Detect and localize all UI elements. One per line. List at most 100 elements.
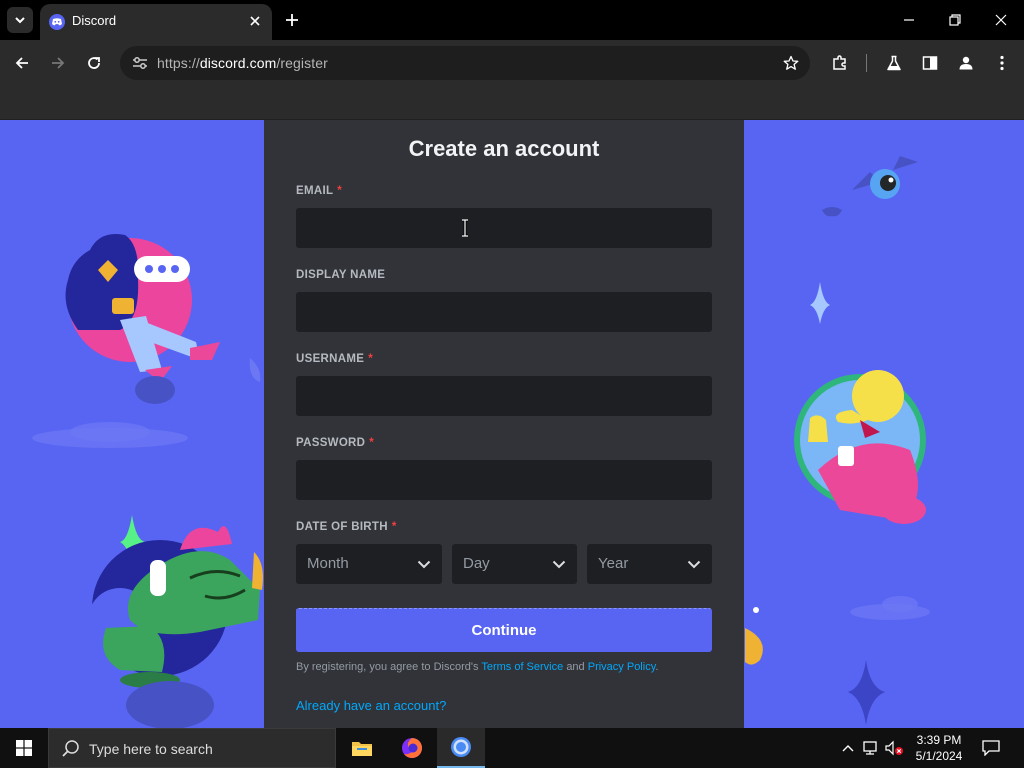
star-icon [783, 55, 799, 70]
tab-close-button[interactable] [246, 12, 264, 30]
windows-taskbar: Type here to search 3:39 PM 5/1/2024 [0, 728, 1024, 768]
browser-toolbar: https://discord.com/register [0, 40, 1024, 86]
notifications-button[interactable] [980, 737, 1002, 759]
forward-button[interactable] [46, 51, 70, 75]
side-panel-button[interactable] [919, 52, 941, 74]
window-close-button[interactable] [988, 8, 1014, 32]
terms-and: and [566, 661, 585, 673]
puzzle-icon [833, 55, 846, 70]
labs-button[interactable] [883, 52, 905, 74]
text-cursor-icon [462, 219, 468, 237]
new-tab-button[interactable] [282, 10, 302, 30]
back-button[interactable] [10, 51, 34, 75]
chrome-button[interactable] [437, 728, 485, 768]
display-name-label: DISPLAY NAME [296, 269, 385, 281]
network-status-button[interactable] [861, 738, 881, 758]
restore-icon [949, 14, 961, 26]
search-placeholder: Type here to search [89, 741, 213, 757]
plus-icon [286, 14, 298, 26]
required-asterisk: * [337, 185, 343, 197]
password-label: PASSWORD * [296, 437, 374, 449]
reload-button[interactable] [82, 51, 106, 75]
flask-icon [887, 55, 901, 71]
side-panel-icon [922, 56, 938, 70]
display-name-field[interactable] [296, 292, 712, 332]
email-label: EMAIL * [296, 185, 342, 197]
bookmarks-bar [0, 86, 1024, 120]
day-placeholder: Day [463, 555, 490, 572]
bookmark-star-button[interactable] [780, 52, 802, 74]
arrow-left-icon [15, 57, 28, 69]
browser-tab[interactable]: Discord [40, 4, 272, 40]
chevron-down-icon [551, 556, 567, 572]
terms-suffix: . [655, 661, 659, 673]
minimize-button[interactable] [896, 8, 922, 32]
tune-icon [133, 57, 147, 69]
restore-button[interactable] [942, 8, 968, 32]
login-link[interactable]: Already have an account? [296, 698, 446, 713]
notification-icon [982, 740, 1000, 756]
url-text: https://discord.com/register [157, 55, 328, 71]
minimize-icon [904, 19, 914, 21]
chrome-icon [451, 737, 471, 757]
browser-menu-button[interactable] [991, 52, 1013, 74]
close-icon [995, 14, 1007, 26]
windows-logo-icon [16, 740, 32, 756]
site-info-button[interactable] [128, 51, 152, 75]
firefox-button[interactable] [388, 728, 436, 768]
password-field[interactable] [296, 460, 712, 500]
volume-button[interactable] [884, 738, 904, 758]
chevron-down-icon [15, 17, 25, 24]
dob-label-text: DATE OF BIRTH [296, 521, 388, 533]
profile-button[interactable] [955, 52, 977, 74]
extensions-button[interactable] [829, 52, 851, 74]
required-asterisk: * [368, 353, 373, 365]
address-bar[interactable]: https://discord.com/register [120, 46, 810, 80]
arrow-right-icon [52, 57, 65, 69]
username-label-text: USERNAME [296, 353, 365, 365]
url-prefix: https:// [157, 55, 200, 71]
file-explorer-button[interactable] [338, 728, 386, 768]
email-field[interactable] [296, 208, 712, 248]
firefox-icon [402, 738, 422, 758]
username-field[interactable] [296, 376, 712, 416]
day-select[interactable]: Day [452, 544, 577, 584]
chevron-down-icon [686, 556, 702, 572]
terms-notice: By registering, you agree to Discord's T… [296, 661, 658, 673]
start-button[interactable] [0, 728, 48, 768]
username-label: USERNAME * [296, 353, 373, 365]
taskbar-clock[interactable]: 3:39 PM 5/1/2024 [908, 732, 970, 764]
network-icon [863, 741, 877, 755]
continue-button[interactable]: Continue [296, 608, 712, 652]
reload-icon [88, 57, 100, 69]
email-label-text: EMAIL [296, 185, 334, 197]
privacy-policy-link[interactable]: Privacy Policy [588, 661, 656, 673]
terms-prefix: By registering, you agree to Discord's [296, 661, 479, 673]
password-label-text: PASSWORD [296, 437, 366, 449]
tab-search-button[interactable] [7, 7, 33, 33]
required-asterisk: * [369, 437, 375, 449]
year-placeholder: Year [598, 555, 629, 572]
register-form: Create an account EMAIL * DISPLAY NAME US… [264, 120, 744, 728]
taskbar-search[interactable]: Type here to search [48, 728, 336, 768]
terms-of-service-link[interactable]: Terms of Service [481, 661, 563, 673]
page-title: Create an account [408, 136, 600, 161]
tab-title: Discord [72, 13, 117, 28]
show-hidden-icons-button[interactable] [838, 738, 858, 758]
person-icon [959, 56, 973, 70]
date-of-birth-label: DATE OF BIRTH * [296, 521, 397, 533]
year-select[interactable]: Year [587, 544, 712, 584]
display-name-label-text: DISPLAY NAME [296, 269, 386, 281]
url-path: /register [276, 55, 328, 71]
required-asterisk: * [391, 521, 397, 533]
folder-icon [352, 742, 372, 756]
clock-time: 3:39 PM [916, 733, 962, 747]
close-icon [250, 16, 260, 26]
browser-titlebar: Discord [0, 0, 1024, 40]
search-icon [62, 740, 79, 757]
chevron-up-icon [842, 745, 854, 752]
month-select[interactable]: Month [296, 544, 442, 584]
url-domain: discord.com [199, 55, 277, 71]
discord-register-page: Create an account EMAIL * DISPLAY NAME US… [0, 120, 1024, 728]
toolbar-separator [866, 54, 867, 72]
